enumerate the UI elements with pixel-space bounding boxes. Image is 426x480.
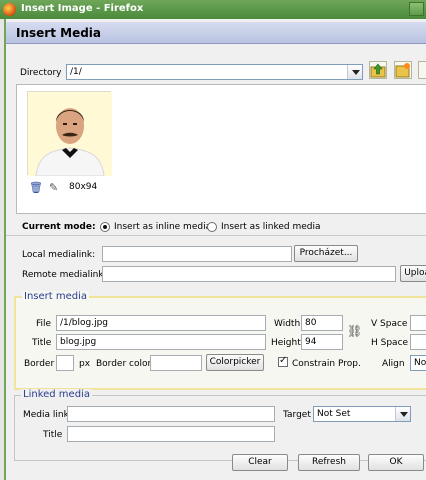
dialog-header: Insert Media	[6, 22, 426, 44]
remote-medialink-input[interactable]	[102, 266, 396, 282]
height-input[interactable]: 94	[301, 334, 343, 350]
toolbar-overflow-button[interactable]	[418, 61, 426, 79]
insert-media-fieldset: Insert media File /1/blog.jpg Width 80 V…	[14, 291, 426, 390]
media-dimensions: 80x94	[69, 182, 98, 192]
border-px-label: px	[79, 359, 91, 369]
firefox-icon	[3, 3, 16, 16]
height-label: Height	[271, 338, 301, 348]
media-browser: 🗑 ✎ 80x94	[16, 84, 426, 214]
border-input[interactable]	[56, 355, 74, 371]
mode-linked-radio[interactable]	[207, 222, 217, 232]
directory-select[interactable]: /1/	[66, 64, 363, 80]
linked-media-fieldset: Linked media Media link Target Not Set T…	[14, 389, 426, 461]
refresh-button[interactable]: Refresh	[298, 454, 360, 471]
width-input[interactable]: 80	[301, 315, 343, 331]
hspace-label: H Space	[371, 338, 409, 348]
new-folder-icon	[395, 63, 410, 78]
clear-button[interactable]: Clear	[232, 454, 288, 471]
directory-label: Directory	[20, 68, 62, 78]
chevron-down-icon	[395, 407, 410, 421]
target-select[interactable]: Not Set	[313, 406, 411, 422]
align-label: Align	[382, 359, 405, 369]
border-color-input[interactable]	[150, 355, 202, 371]
align-select[interactable]: Not Set	[410, 355, 426, 371]
new-folder-button[interactable]	[394, 61, 412, 79]
constrain-label: Constrain Prop.	[292, 359, 361, 369]
target-value: Not Set	[317, 409, 351, 419]
insert-media-legend: Insert media	[22, 291, 90, 302]
title-label: Title	[32, 338, 52, 348]
trash-icon[interactable]: 🗑	[29, 181, 43, 194]
linked-media-legend: Linked media	[21, 389, 92, 400]
align-value: Not Set	[414, 358, 426, 368]
vspace-input[interactable]	[410, 315, 426, 331]
file-input[interactable]: /1/blog.jpg	[56, 315, 266, 331]
mode-linked-label[interactable]: Insert as linked media	[221, 222, 320, 232]
local-medialink-label: Local medialink:	[22, 250, 96, 260]
linked-title-input[interactable]	[67, 426, 275, 442]
browse-button[interactable]: Procházet...	[294, 245, 358, 262]
colorpicker-button[interactable]: Colorpicker	[206, 354, 264, 371]
linked-title-label: Title	[43, 430, 63, 440]
vspace-label: V Space	[371, 319, 408, 329]
width-label: Width	[274, 319, 301, 329]
current-mode-label: Current mode:	[22, 222, 96, 232]
media-link-input[interactable]	[67, 406, 275, 422]
ok-button[interactable]: OK	[368, 454, 424, 471]
upload-button[interactable]: Upload	[400, 265, 426, 282]
window-control-button[interactable]	[409, 2, 424, 16]
window-title: Insert Image - Firefox	[21, 3, 144, 14]
file-label: File	[36, 319, 52, 329]
window-titlebar: Insert Image - Firefox	[0, 0, 426, 19]
medialink-panel: Local medialink: Procházet... Remote med…	[6, 235, 426, 285]
remote-medialink-label: Remote medialink:	[22, 270, 107, 280]
directory-value: /1/	[70, 67, 82, 77]
media-thumbnail[interactable]	[27, 91, 112, 177]
local-medialink-input[interactable]	[102, 246, 292, 262]
title-input[interactable]: blog.jpg	[56, 334, 266, 350]
mode-inline-label[interactable]: Insert as inline media	[114, 222, 211, 232]
chevron-down-icon	[347, 65, 362, 79]
up-folder-icon	[370, 63, 386, 78]
constrain-link-icon[interactable]: ⛓	[347, 324, 362, 338]
target-label: Target	[283, 410, 311, 420]
constrain-checkbox[interactable]	[278, 355, 288, 367]
edit-icon[interactable]: ✎	[49, 181, 58, 194]
dialog-title: Insert Media	[16, 26, 102, 40]
mode-inline-radio[interactable]	[100, 222, 110, 232]
dialog-frame: Insert Media Directory /1/ 🗑 ✎ 80x94 Cur…	[4, 19, 426, 480]
up-folder-button[interactable]	[369, 61, 387, 79]
portrait-image	[28, 92, 112, 177]
media-link-label: Media link	[23, 410, 69, 420]
border-color-label: Border color	[96, 359, 152, 369]
border-label: Border	[24, 359, 55, 369]
hspace-input[interactable]	[410, 334, 426, 350]
